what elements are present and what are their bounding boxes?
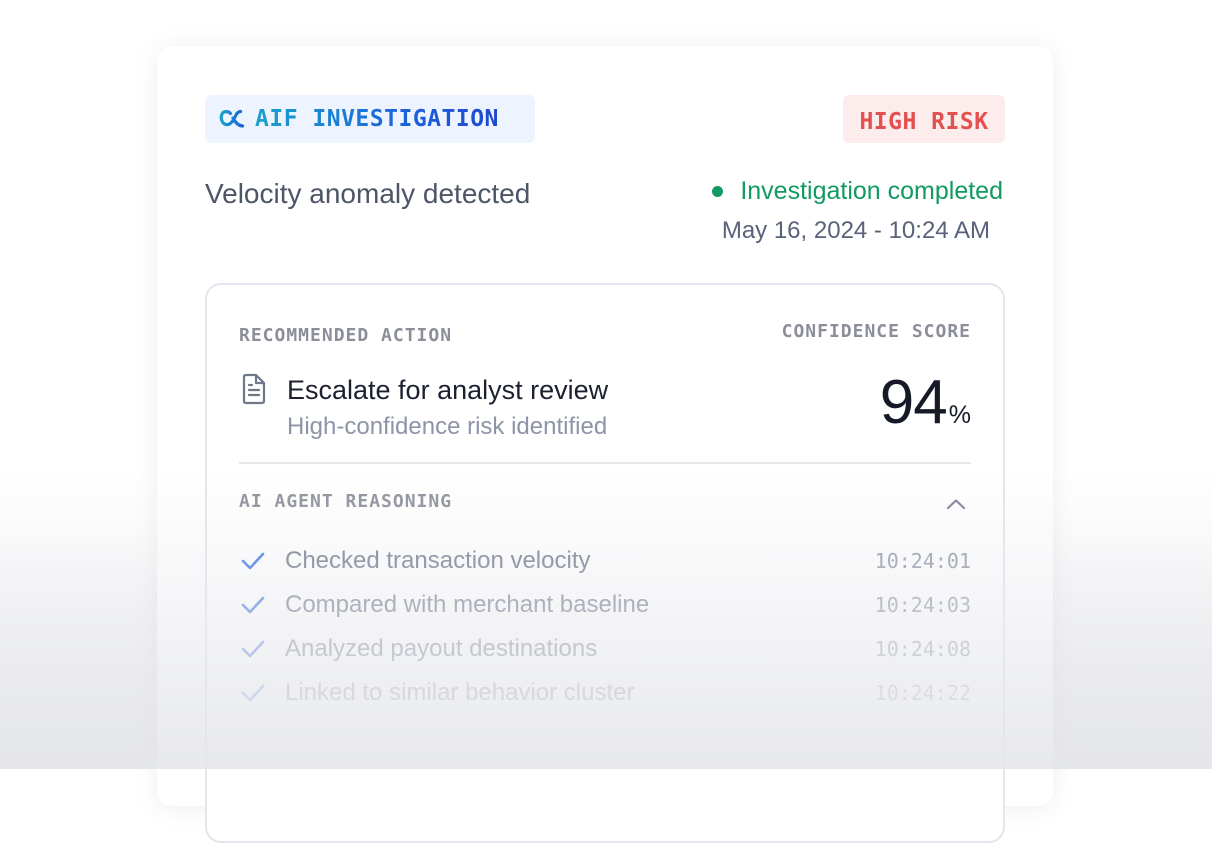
- check-icon: [241, 640, 265, 658]
- risk-badge: HIGH RISK: [843, 95, 1005, 143]
- alert-title: Velocity anomaly detected: [205, 178, 531, 209]
- recommended-action-subtitle: High-confidence risk identified: [287, 413, 608, 440]
- recommended-action-title: Escalate for analyst review: [287, 375, 609, 405]
- recommended-action-heading: RECOMMENDED ACTION: [239, 325, 453, 346]
- tag-label: AIF INVESTIGATION: [255, 106, 499, 132]
- document-icon: [242, 373, 266, 405]
- aif-investigation-tag: AIF INVESTIGATION: [205, 95, 535, 143]
- chevron-up-icon[interactable]: [945, 497, 967, 511]
- section-divider: [239, 462, 971, 464]
- investigation-card: AIF INVESTIGATION HIGH RISK Velocity ano…: [157, 46, 1053, 843]
- reasoning-step: Checked transaction velocity 10:24:01: [239, 547, 971, 579]
- status-text: Investigation completed: [740, 177, 1003, 205]
- reasoning-step-text: Compared with merchant baseline: [285, 591, 650, 618]
- reasoning-step-time: 10:24:01: [874, 549, 971, 573]
- confidence-score-unit: %: [948, 401, 971, 429]
- confidence-score-heading: CONFIDENCE SCORE: [781, 321, 971, 342]
- confidence-score-value: 94: [879, 368, 948, 437]
- check-icon: [241, 684, 265, 702]
- investigation-timestamp: May 16, 2024 - 10:24 AM: [721, 217, 990, 244]
- aif-logo-icon: [219, 109, 245, 128]
- check-icon: [241, 552, 265, 570]
- reasoning-step: Compared with merchant baseline 10:24:03: [239, 591, 971, 623]
- reasoning-step: Analyzed payout destinations 10:24:08: [239, 635, 971, 667]
- reasoning-step-time: 10:24:08: [874, 637, 971, 661]
- status-dot-icon: [712, 186, 724, 197]
- reasoning-step-text: Linked to similar behavior cluster: [285, 679, 635, 706]
- reasoning-step: Linked to similar behavior cluster 10:24…: [239, 679, 971, 711]
- recommendation-panel: RECOMMENDED ACTION CONFIDENCE SCORE Esca…: [205, 283, 1005, 843]
- reasoning-step-text: Analyzed payout destinations: [285, 635, 598, 662]
- check-icon: [241, 596, 265, 614]
- ai-agent-reasoning-heading: AI AGENT REASONING: [239, 491, 453, 512]
- reasoning-step-time: 10:24:22: [874, 681, 971, 705]
- reasoning-step-time: 10:24:03: [874, 593, 971, 617]
- confidence-score: 94 %: [880, 367, 971, 438]
- status-indicator: Investigation completed: [712, 177, 1003, 206]
- reasoning-step-text: Checked transaction velocity: [285, 547, 591, 574]
